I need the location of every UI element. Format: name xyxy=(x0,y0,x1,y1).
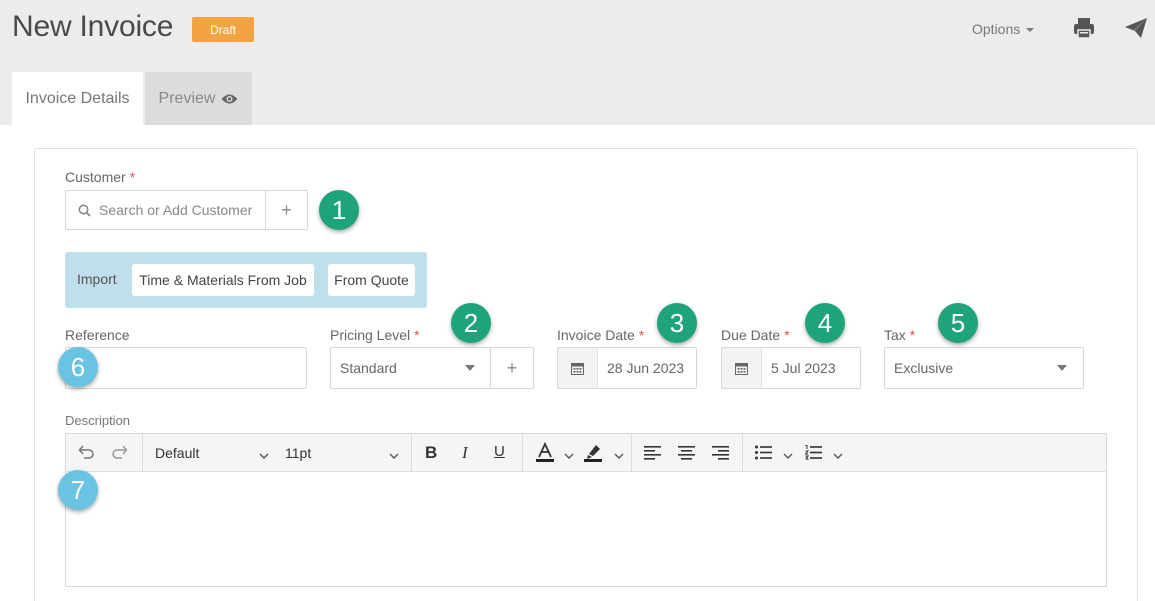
pricing-level-select[interactable]: Standard xyxy=(330,347,491,389)
dropdown-caret-icon xyxy=(1057,365,1067,371)
numbered-list-icon[interactable] xyxy=(804,445,823,465)
due-date-input[interactable]: 5 Jul 2023 xyxy=(721,347,861,389)
search-icon xyxy=(78,204,91,217)
callout-badge: 4 xyxy=(805,303,845,343)
callout-badge: 2 xyxy=(451,303,491,343)
tab-label: Preview xyxy=(158,89,216,107)
calendar-icon xyxy=(722,348,762,388)
callout-badge: 6 xyxy=(58,347,98,387)
page-title: New Invoice xyxy=(12,10,174,43)
bullet-list-icon[interactable] xyxy=(755,445,773,465)
print-icon[interactable] xyxy=(1073,17,1095,39)
due-date-label: Due Date * xyxy=(721,327,790,343)
tab-label: Invoice Details xyxy=(25,89,130,107)
align-left-icon[interactable] xyxy=(644,445,662,465)
callout-badge: 3 xyxy=(657,303,697,343)
import-label: Import xyxy=(77,271,117,287)
pricing-level-value: Standard xyxy=(340,360,397,376)
options-dropdown[interactable]: Options xyxy=(972,21,1035,37)
font-size-value[interactable]: 11pt xyxy=(285,445,311,461)
invoice-date-label: Invoice Date * xyxy=(557,327,645,343)
add-customer-button[interactable]: + xyxy=(265,190,308,230)
toolbar-divider xyxy=(411,434,412,472)
due-date-value: 5 Jul 2023 xyxy=(771,360,836,376)
calendar-icon xyxy=(558,348,598,388)
add-pricing-level-button[interactable]: + xyxy=(490,347,534,389)
toolbar-divider xyxy=(631,434,632,472)
invoice-date-input[interactable]: 28 Jun 2023 xyxy=(557,347,697,389)
send-icon[interactable] xyxy=(1124,17,1148,39)
tab-preview[interactable]: Preview xyxy=(145,72,252,125)
tab-invoice-details[interactable]: Invoice Details xyxy=(12,72,143,125)
callout-badge: 1 xyxy=(319,190,359,230)
text-color-icon[interactable] xyxy=(535,441,555,467)
chevron-down-icon[interactable] xyxy=(564,448,574,466)
dropdown-caret-icon xyxy=(465,365,475,371)
undo-icon[interactable] xyxy=(77,443,95,466)
chevron-down-icon[interactable] xyxy=(833,448,843,466)
chevron-down-icon[interactable] xyxy=(614,448,624,466)
highlight-icon[interactable] xyxy=(583,442,603,467)
callout-badge: 5 xyxy=(938,303,978,343)
align-right-icon[interactable] xyxy=(712,445,730,465)
chevron-down-icon[interactable] xyxy=(389,448,399,466)
align-center-icon[interactable] xyxy=(678,445,696,465)
status-badge: Draft xyxy=(192,17,254,42)
import-time-materials-button[interactable]: Time & Materials From Job xyxy=(132,264,314,296)
tax-label: Tax * xyxy=(884,327,916,343)
redo-icon[interactable] xyxy=(111,443,129,466)
options-label: Options xyxy=(972,21,1021,37)
font-family-value[interactable]: Default xyxy=(155,445,199,461)
underline-icon[interactable]: U xyxy=(494,443,505,460)
toolbar-divider xyxy=(142,434,143,472)
import-from-quote-button[interactable]: From Quote xyxy=(328,264,415,296)
bold-icon[interactable]: B xyxy=(425,443,437,463)
italic-icon[interactable]: I xyxy=(462,443,468,463)
reference-label: Reference xyxy=(65,327,130,343)
chevron-down-icon[interactable] xyxy=(259,448,269,466)
caret-down-icon xyxy=(1026,28,1035,32)
tax-value: Exclusive xyxy=(894,360,954,376)
toolbar-divider xyxy=(522,434,523,472)
reference-input[interactable] xyxy=(65,347,307,389)
callout-badge: 7 xyxy=(58,470,98,510)
customer-search-placeholder: Search or Add Customer xyxy=(99,202,253,218)
customer-search-input[interactable]: Search or Add Customer xyxy=(65,190,266,230)
tax-select[interactable]: Exclusive xyxy=(884,347,1084,389)
customer-label: Customer * xyxy=(65,169,136,185)
invoice-date-value: 28 Jun 2023 xyxy=(607,360,685,376)
chevron-down-icon[interactable] xyxy=(783,448,793,466)
eye-icon xyxy=(221,94,238,103)
description-label: Description xyxy=(65,413,131,428)
toolbar-divider xyxy=(742,434,743,472)
pricing-level-label: Pricing Level * xyxy=(330,327,420,343)
